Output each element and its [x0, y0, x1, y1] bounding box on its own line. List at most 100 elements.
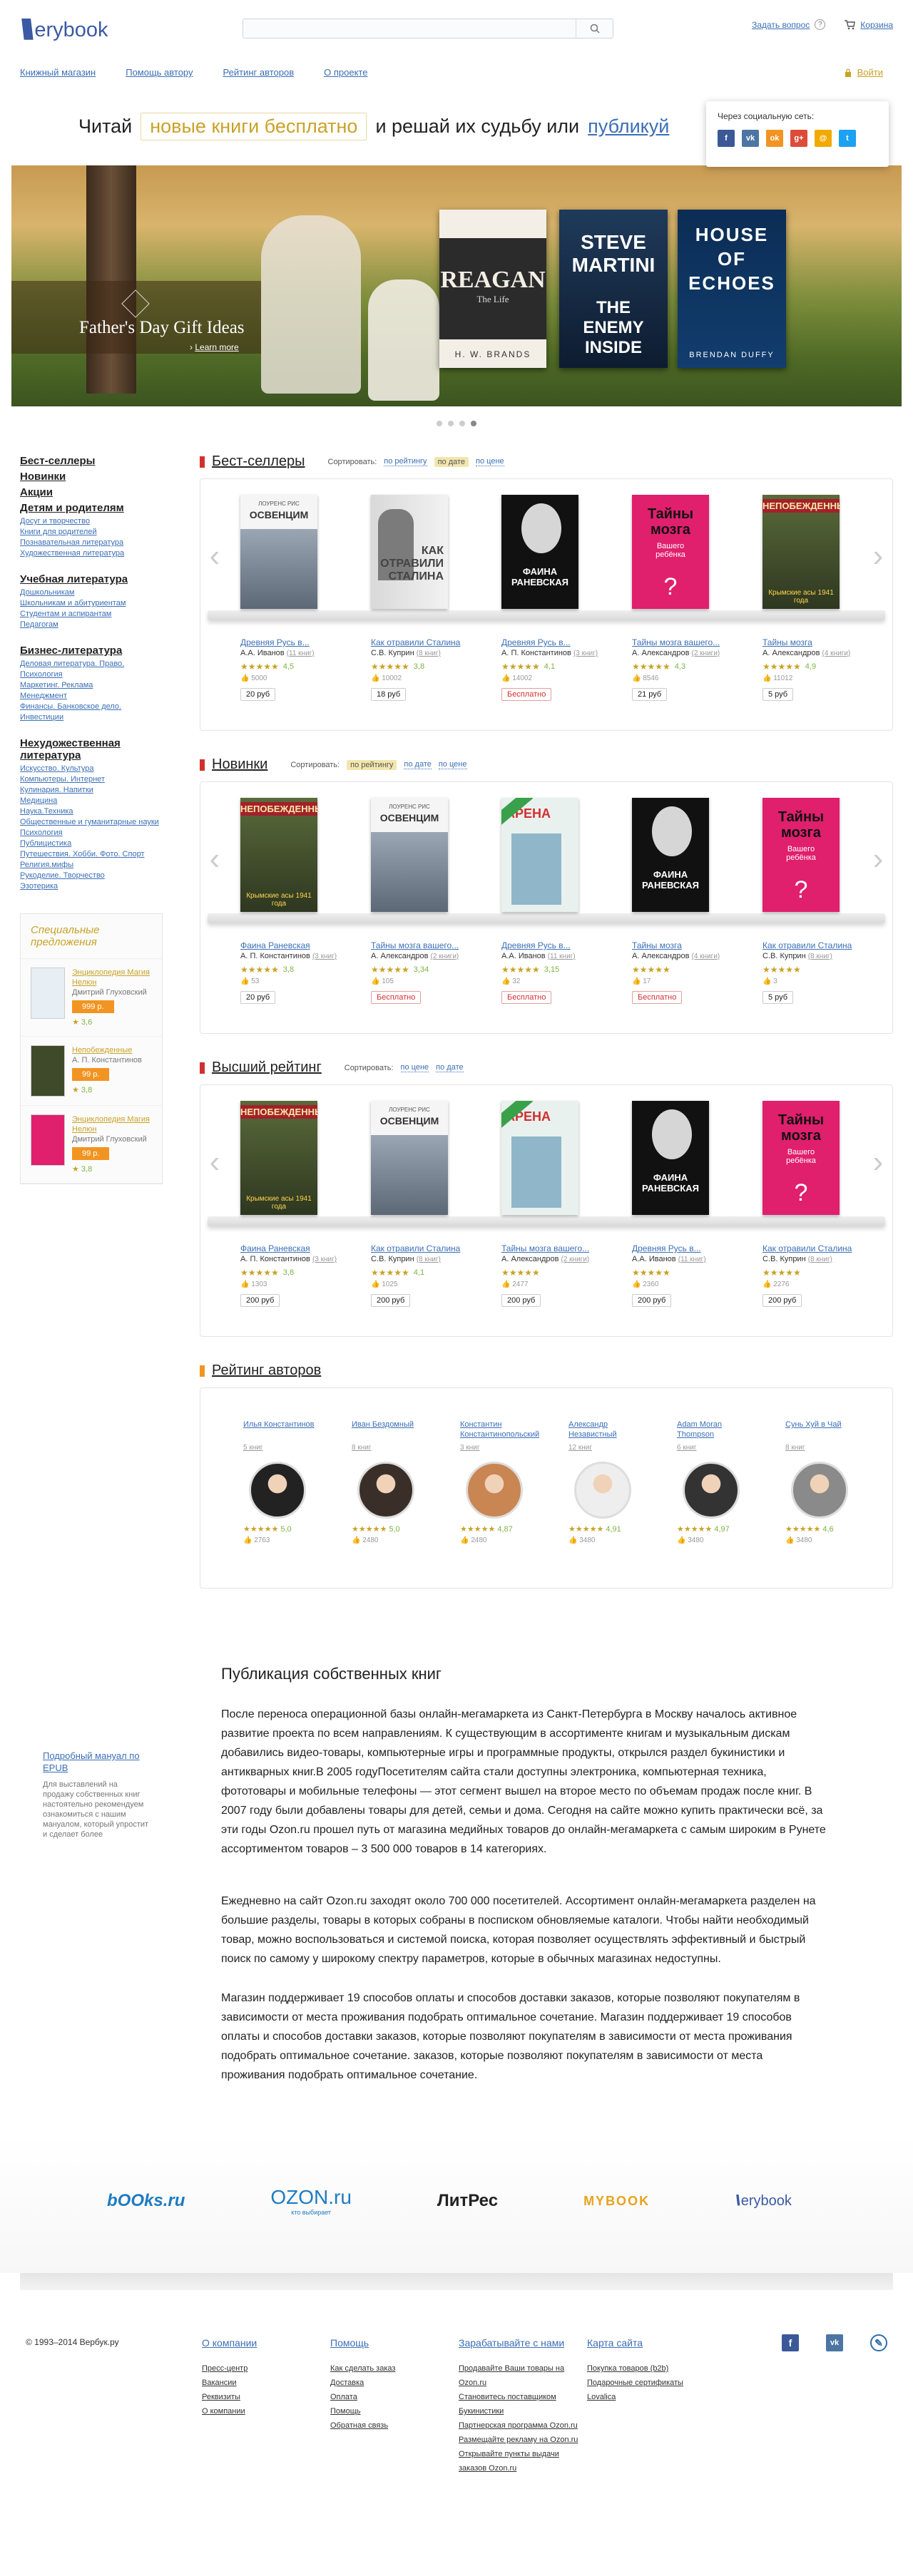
sidebar-link[interactable]: Медицина: [20, 796, 163, 806]
book-title-link[interactable]: Древняя Русь в...: [501, 940, 571, 950]
banner-dot[interactable]: [459, 421, 465, 426]
book-price[interactable]: 5 руб: [762, 688, 794, 701]
book-author-name[interactable]: А. Александров: [632, 952, 689, 960]
book-price[interactable]: 200 руб: [632, 1294, 672, 1307]
banner-book-echoes[interactable]: HOUSE OF ECHOES BRENDAN DUFFY: [678, 210, 786, 368]
book-author-count[interactable]: (8 книг): [808, 1256, 832, 1263]
banner-book-martini[interactable]: STEVE MARTINI THE ENEMY INSIDE: [559, 210, 668, 368]
book-author-count[interactable]: (8 книг): [417, 650, 441, 657]
book-author-count[interactable]: (3 книг): [312, 953, 337, 960]
chevron-left-icon[interactable]: ‹: [206, 842, 223, 876]
ask-question-link[interactable]: Задать вопрос ?: [752, 19, 826, 30]
offer-book-cover[interactable]: [31, 1045, 65, 1097]
book-author-name[interactable]: А.А. Иванов: [240, 649, 285, 657]
offer-book-cover[interactable]: [31, 1114, 65, 1166]
logo[interactable]: \\\ erybook: [20, 14, 108, 46]
thumbs-up-icon[interactable]: 👍: [762, 674, 773, 682]
book-author-name[interactable]: А. Александров: [501, 1255, 558, 1263]
book-title-link[interactable]: Древняя Русь в...: [501, 637, 571, 647]
book-cover[interactable]: ФАИНА РАНЕВСКАЯ: [501, 495, 578, 609]
offer-price[interactable]: 99 р.: [72, 1147, 110, 1160]
book-title-link[interactable]: Как отравили Сталина: [762, 1243, 852, 1253]
footer-link[interactable]: Реквизиты: [202, 2390, 330, 2404]
sidebar-link[interactable]: Педагогам: [20, 620, 163, 630]
sidebar-link[interactable]: Путешествия. Хобби. Фото. Спорт: [20, 849, 163, 860]
book-author-count[interactable]: (11 книг): [287, 650, 315, 657]
thumbs-up-icon[interactable]: 👍: [632, 977, 643, 985]
sidebar-link[interactable]: Наука.Техника: [20, 806, 163, 817]
offer-price[interactable]: 999 р.: [72, 1000, 114, 1013]
sidebar-head-item[interactable]: Акции: [20, 485, 163, 501]
book-price[interactable]: Бесплатно: [501, 688, 552, 701]
section-title[interactable]: Высший рейтинг: [212, 1059, 322, 1076]
sidebar-link[interactable]: Компьютеры. Интернет: [20, 774, 163, 785]
livejournal-icon[interactable]: ✎: [870, 2334, 887, 2351]
sidebar-link[interactable]: Искусство. Культура: [20, 764, 163, 774]
sidebar-head-item[interactable]: Детям и родителям: [20, 501, 163, 516]
nav-about[interactable]: О проекте: [324, 67, 367, 78]
book-author-name[interactable]: А.А. Иванов: [632, 1255, 676, 1263]
book-author-name[interactable]: С.В. Куприн: [762, 952, 806, 960]
footer-link[interactable]: О компании: [202, 2404, 330, 2418]
google-plus-icon[interactable]: g+: [790, 130, 807, 147]
footer-link[interactable]: Обратная связь: [330, 2418, 459, 2433]
book-author-name[interactable]: А. П. Константинов: [240, 952, 310, 960]
book-cover[interactable]: КАК ОТРАВИЛИ СТАЛИНА: [371, 495, 448, 609]
login-button[interactable]: Войти: [845, 67, 883, 78]
mail-ru-icon[interactable]: @: [815, 130, 832, 147]
sidebar-link[interactable]: Художественная литература: [20, 548, 163, 559]
author-book-count[interactable]: 3 книг: [460, 1444, 537, 1452]
chevron-right-icon[interactable]: ›: [869, 1145, 887, 1179]
sidebar-head-biz[interactable]: Бизнес-литература: [20, 645, 122, 657]
book-author-count[interactable]: (4 книги): [692, 953, 720, 960]
thumbs-up-icon[interactable]: 👍: [240, 674, 251, 682]
avatar[interactable]: [683, 1462, 740, 1519]
partner-books-ru[interactable]: bOOks.ru: [107, 2191, 185, 2211]
book-price[interactable]: 20 руб: [240, 991, 276, 1004]
avatar[interactable]: [574, 1462, 631, 1519]
book-title-link[interactable]: Как отравили Сталина: [762, 940, 852, 950]
footer-link[interactable]: Открывайте пункты выдачи заказов Ozon.ru: [459, 2447, 587, 2475]
footer-link[interactable]: Размещайте рекламу на Ozon.ru: [459, 2433, 587, 2447]
book-price[interactable]: 18 руб: [371, 688, 407, 701]
sidebar-link[interactable]: Религия.мифы: [20, 860, 163, 871]
book-author-count[interactable]: (3 книг): [312, 1256, 337, 1263]
cart-link[interactable]: Корзина: [844, 20, 893, 30]
vk-icon[interactable]: vk: [742, 130, 759, 147]
book-author-name[interactable]: А. Александров: [762, 649, 820, 657]
sidebar-link[interactable]: Рукоделие. Творчество: [20, 871, 163, 881]
sidebar-link[interactable]: Школьникам и абитуриентам: [20, 598, 163, 609]
chevron-right-icon[interactable]: ›: [869, 842, 887, 876]
sidebar-link[interactable]: Дошкольникам: [20, 587, 163, 598]
book-price[interactable]: 200 руб: [762, 1294, 802, 1307]
chevron-left-icon[interactable]: ‹: [206, 1145, 223, 1179]
sidebar-link[interactable]: Эзотерика: [20, 881, 163, 892]
book-cover[interactable]: ЛОУРЕНС РИС ОСВЕНЦИМ: [371, 798, 448, 912]
thumbs-up-icon[interactable]: 👍: [243, 1536, 254, 1544]
book-cover[interactable]: ЛОУРЕНС РИС ОСВЕНЦИМ: [371, 1101, 448, 1215]
banner-book-reagan[interactable]: REAGAN The Life H. W. BRANDS: [439, 210, 546, 368]
sidebar-link[interactable]: Студентам и аспирантам: [20, 609, 163, 620]
author-book-count[interactable]: 12 книг: [568, 1444, 646, 1452]
nav-author-rating[interactable]: Рейтинг авторов: [223, 67, 295, 78]
offer-title-link[interactable]: Непобежденные: [72, 1045, 142, 1055]
chevron-right-icon[interactable]: ›: [869, 539, 887, 573]
sort-option[interactable]: по цене: [400, 1063, 429, 1072]
sidebar-link[interactable]: Финансы. Банковское дело. Инвестиции: [20, 702, 163, 723]
book-author-count[interactable]: (11 книг): [548, 953, 576, 960]
chevron-left-icon[interactable]: ‹: [206, 539, 223, 573]
book-title-link[interactable]: Фаина Раневская: [240, 940, 310, 950]
author-name-link[interactable]: Adam Moran Thompson: [677, 1420, 754, 1440]
footer-link[interactable]: Подарочные сертификаты: [587, 2376, 715, 2390]
author-book-count[interactable]: 6 книг: [677, 1444, 754, 1452]
book-author-count[interactable]: (2 книги): [692, 650, 720, 657]
book-price[interactable]: 200 руб: [240, 1294, 280, 1307]
hero-banner[interactable]: Father's Day Gift Ideas › Learn more REA…: [11, 165, 902, 406]
author-book-count[interactable]: 8 книг: [352, 1444, 429, 1452]
book-price[interactable]: Бесплатно: [632, 991, 683, 1004]
offer-book-cover[interactable]: [31, 968, 65, 1019]
sort-option[interactable]: по цене: [476, 457, 504, 466]
book-author-name[interactable]: С.В. Куприн: [762, 1255, 806, 1263]
partner-ozon[interactable]: OZON.ru кто выбирает: [270, 2186, 352, 2216]
sidebar-link[interactable]: Досуг и творчество: [20, 516, 163, 527]
